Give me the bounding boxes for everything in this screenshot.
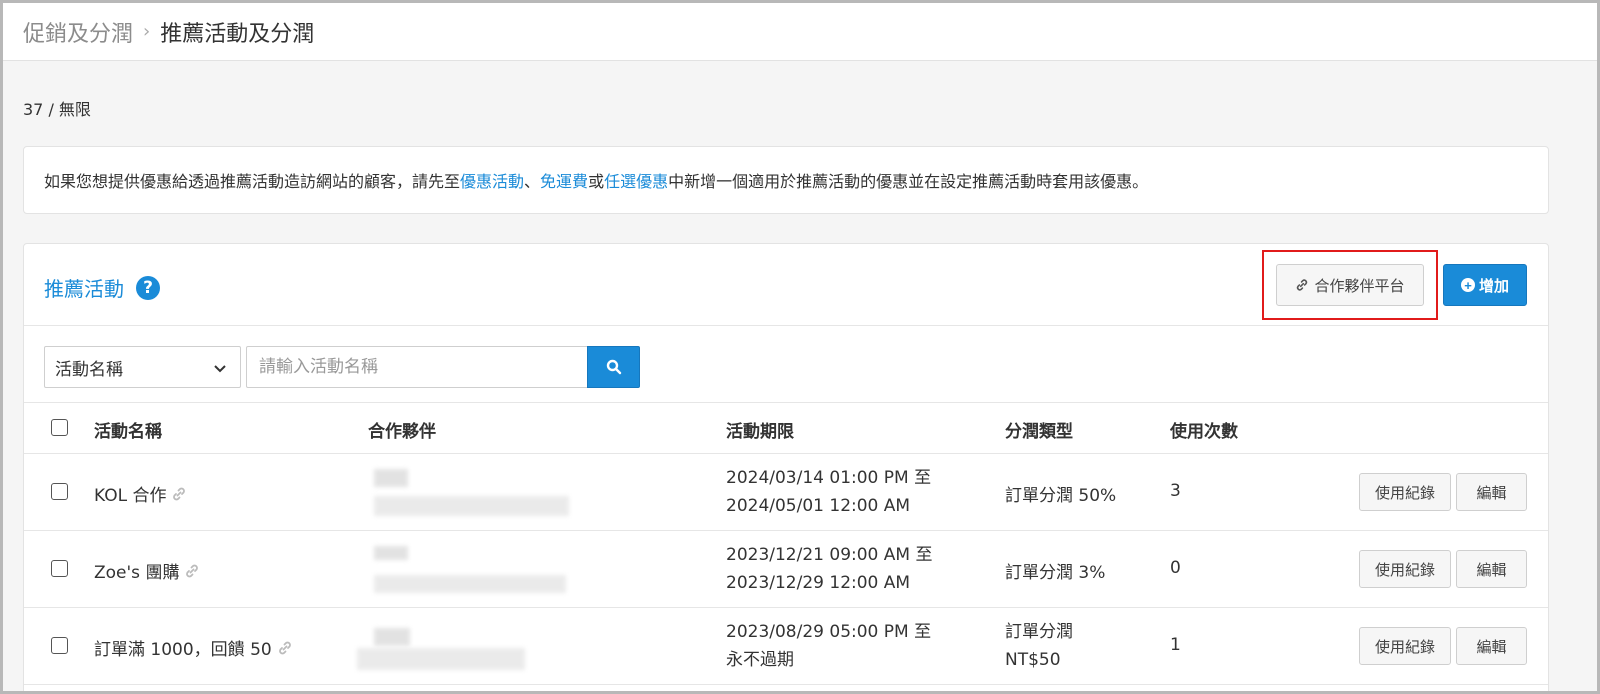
link-free-shipping[interactable]: 免運費 — [540, 168, 588, 192]
search-field-select[interactable]: 活動名稱 — [44, 346, 241, 388]
row-period: 2024/03/14 01:00 PM 至 2024/05/01 12:00 A… — [726, 464, 931, 520]
partner-redacted — [374, 469, 408, 487]
breadcrumb-separator: › — [143, 21, 151, 42]
link-optional-discount[interactable]: 任選優惠 — [604, 168, 668, 192]
notice-prefix: 如果您想提供優惠給透過推薦活動造訪網站的顧客，請先至 — [44, 172, 461, 191]
row-usage: 3 — [1170, 481, 1181, 501]
search-icon — [606, 359, 621, 375]
row-name-text: 訂單滿 1000，回饋 50 — [94, 640, 272, 660]
period-end: 2023/12/29 12:00 AM — [726, 573, 911, 593]
search-input[interactable] — [246, 346, 588, 388]
edit-button[interactable]: 編輯 — [1456, 627, 1527, 665]
link-icon[interactable] — [171, 486, 187, 502]
panel-header: 推薦活動 ? 合作夥伴平台 + 增加 — [24, 244, 1548, 326]
usage-log-button[interactable]: 使用紀錄 — [1359, 473, 1451, 511]
quota-count: 37 / 無限 — [23, 100, 91, 119]
partner-redacted — [374, 546, 408, 560]
period-start: 2023/12/21 09:00 AM 至 — [726, 545, 933, 565]
row-type: 訂單分潤 50% — [1005, 486, 1117, 506]
link-discount-events[interactable]: 優惠活動 — [460, 168, 524, 192]
referral-panel: 推薦活動 ? 合作夥伴平台 + 增加 活動名稱 請輸入活動名稱 活動名稱 合作夥… — [23, 243, 1549, 691]
panel-title-text: 推薦活動 — [44, 277, 124, 301]
link-icon — [1297, 279, 1308, 291]
header-name: 活動名稱 — [94, 422, 162, 442]
period-end: 2024/05/01 12:00 AM — [726, 496, 911, 516]
row-name: 訂單滿 1000，回饋 50 — [94, 635, 293, 660]
row-usage: 0 — [1170, 558, 1181, 578]
row-usage: 1 — [1170, 635, 1181, 655]
row-period: 2023/12/21 09:00 AM 至 2023/12/29 12:00 A… — [726, 541, 932, 597]
table-row: Zoe's 團購 2023/12/21 09:00 AM 至 2023/12/2… — [24, 531, 1548, 608]
row-name-text: Zoe's 團購 — [94, 563, 180, 583]
plus-circle-icon: + — [1460, 278, 1475, 292]
header-type: 分潤類型 — [1005, 422, 1073, 442]
row-type: 訂單分潤 3% — [1005, 563, 1106, 583]
row-checkbox[interactable] — [51, 560, 68, 577]
period-end: 永不過期 — [726, 650, 794, 670]
period-start: 2023/08/29 05:00 PM 至 — [726, 622, 932, 642]
help-icon[interactable]: ? — [136, 275, 160, 300]
row-name: Zoe's 團購 — [94, 558, 200, 583]
partner-redacted — [374, 628, 410, 646]
add-button-label: 增加 — [1478, 277, 1509, 295]
usage-log-button[interactable]: 使用紀錄 — [1359, 550, 1451, 588]
breadcrumb-parent[interactable]: 促銷及分潤 — [23, 16, 133, 48]
breadcrumb: 促銷及分潤 › 推薦活動及分潤 — [3, 3, 1597, 61]
search-field-value: 活動名稱 — [55, 359, 123, 380]
type-line2: NT$50 — [1005, 650, 1061, 670]
link-icon[interactable] — [184, 563, 200, 579]
header-partner: 合作夥伴 — [368, 422, 436, 442]
partner-platform-button[interactable]: 合作夥伴平台 — [1276, 264, 1424, 306]
notice-sep1: 、 — [524, 172, 541, 191]
app-frame: 促銷及分潤 › 推薦活動及分潤 37 / 無限 如果您想提供優惠給透過推薦活動造… — [0, 0, 1600, 694]
header-usage: 使用次數 — [1170, 422, 1238, 442]
partner-redacted — [357, 648, 525, 670]
search-bar: 活動名稱 — [44, 346, 644, 388]
table-row: 訂單滿 1000，回饋 50 2023/08/29 05:00 PM 至 永不過… — [24, 608, 1548, 685]
panel-title: 推薦活動 ? — [44, 273, 160, 302]
row-period: 2023/08/29 05:00 PM 至 永不過期 — [726, 618, 931, 674]
row-checkbox[interactable] — [51, 637, 68, 654]
usage-log-button[interactable]: 使用紀錄 — [1359, 627, 1451, 665]
row-type: 訂單分潤 NT$50 — [1005, 618, 1073, 674]
edit-button[interactable]: 編輯 — [1456, 550, 1527, 588]
period-start: 2024/03/14 01:00 PM 至 — [726, 468, 932, 488]
add-button[interactable]: + 增加 — [1443, 264, 1527, 306]
info-notice: 如果您想提供優惠給透過推薦活動造訪網站的顧客，請先至 優惠活動、免運費或任選優惠中… — [23, 146, 1549, 214]
notice-suffix: 中新增一個適用於推薦活動的優惠並在設定推薦活動時套用該優惠。 — [668, 172, 1149, 191]
row-checkbox[interactable] — [51, 483, 68, 500]
row-name: KOL 合作 — [94, 481, 187, 506]
chevron-down-icon — [214, 365, 226, 373]
notice-sep2: 或 — [588, 172, 605, 191]
partner-redacted — [374, 496, 569, 516]
header-period: 活動期限 — [726, 422, 794, 442]
table-row: KOL 合作 2024/03/14 01:00 PM 至 2024/05/01 … — [24, 454, 1548, 531]
type-line1: 訂單分潤 — [1005, 622, 1073, 642]
page-title: 推薦活動及分潤 — [160, 21, 315, 47]
select-all-checkbox[interactable] — [51, 419, 68, 436]
search-button[interactable] — [587, 346, 640, 388]
row-name-text: KOL 合作 — [94, 486, 167, 506]
partner-platform-label: 合作夥伴平台 — [1314, 276, 1405, 295]
partner-redacted — [374, 575, 566, 593]
table-header: 活動名稱 合作夥伴 活動期限 分潤類型 使用次數 — [24, 402, 1548, 454]
link-icon[interactable] — [277, 640, 293, 656]
edit-button[interactable]: 編輯 — [1456, 473, 1527, 511]
